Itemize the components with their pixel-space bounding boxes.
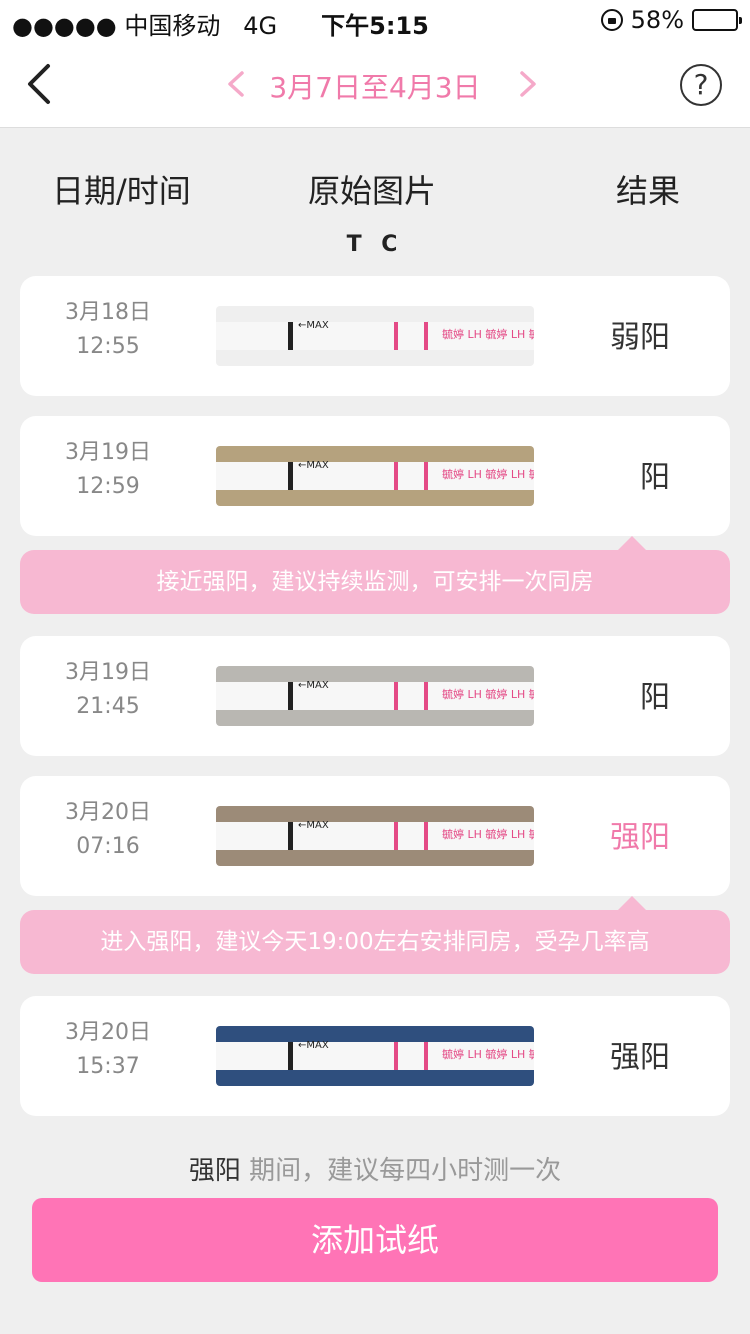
record-time: 21:45: [76, 694, 140, 719]
record-time: 15:37: [76, 1054, 140, 1079]
record-result: 阳: [640, 680, 670, 715]
record-result: 强阳: [610, 1040, 670, 1075]
record-card[interactable]: 3月19日 12:59 ←MAX 毓婷 LH 毓婷 LH 毓婷 阳: [20, 416, 730, 536]
header-date-time: 日期/时间: [52, 172, 191, 210]
header-result: 结果: [616, 172, 681, 210]
advice-text: 期间，建议每四小时测一次: [240, 1156, 562, 1186]
advice-highlight: 强阳: [188, 1156, 241, 1186]
record-date: 3月19日: [65, 660, 151, 685]
record-time: 07:16: [76, 834, 140, 859]
strip-max-label: ←MAX: [298, 820, 329, 831]
nav-bar: 3月7日至4月3日 ?: [0, 40, 750, 128]
record-date: 3月18日: [65, 300, 151, 325]
strip-brand: 毓婷 LH 毓婷 LH 毓婷: [442, 1048, 534, 1061]
strip-brand: 毓婷 LH 毓婷 LH 毓婷: [442, 828, 534, 841]
testing-advice: 强阳 期间，建议每四小时测一次: [0, 1150, 750, 1187]
battery-icon: [692, 9, 742, 31]
test-strip-image[interactable]: ←MAX 毓婷 LH 毓婷 LH 毓婷: [216, 806, 534, 866]
strip-max-label: ←MAX: [298, 460, 329, 471]
record-card[interactable]: 3月19日 21:45 ←MAX 毓婷 LH 毓婷 LH 毓婷 阳: [20, 636, 730, 756]
record-card[interactable]: 3月18日 12:55 ←MAX 毓婷 LH 毓婷 LH 毓婷 弱阳: [20, 276, 730, 396]
test-strip-image[interactable]: ←MAX 毓婷 LH 毓婷 LH 毓婷: [216, 1026, 534, 1086]
advice-tip: 进入强阳，建议今天19:00左右安排同房，受孕几率高: [20, 896, 730, 974]
status-bar: ●●●●● 中国移动 4G 下午5:15 58%: [0, 0, 750, 40]
tc-label: T C: [346, 232, 404, 257]
record-result: 强阳: [610, 820, 670, 855]
rotation-lock-icon: [600, 9, 623, 31]
strip-max-label: ←MAX: [298, 320, 329, 331]
test-strip-image[interactable]: ←MAX 毓婷 LH 毓婷 LH 毓婷: [216, 666, 534, 726]
strip-max-label: ←MAX: [298, 1040, 329, 1051]
test-strip-image[interactable]: ←MAX 毓婷 LH 毓婷 LH 毓婷: [216, 306, 534, 366]
add-test-strip-button[interactable]: 添加试纸: [32, 1198, 718, 1282]
record-date: 3月20日: [65, 800, 151, 825]
record-time: 12:59: [76, 474, 140, 499]
help-icon[interactable]: ?: [680, 64, 722, 106]
strip-brand: 毓婷 LH 毓婷 LH 毓婷: [442, 688, 534, 701]
record-date: 3月20日: [65, 1020, 151, 1045]
strip-brand: 毓婷 LH 毓婷 LH 毓婷: [442, 468, 534, 481]
record-card[interactable]: 3月20日 07:16 ←MAX 毓婷 LH 毓婷 LH 毓婷 强阳: [20, 776, 730, 896]
strip-max-label: ←MAX: [298, 680, 329, 691]
battery-percent: 58%: [630, 6, 684, 34]
column-headers: 日期/时间 原始图片 结果: [0, 160, 750, 220]
record-result: 弱阳: [610, 320, 670, 355]
record-time: 12:55: [76, 334, 140, 359]
header-original-image: 原始图片: [308, 172, 437, 210]
test-strip-image[interactable]: ←MAX 毓婷 LH 毓婷 LH 毓婷: [216, 446, 534, 506]
strip-brand: 毓婷 LH 毓婷 LH 毓婷: [442, 328, 534, 341]
date-range-title: 3月7日至4月3日: [269, 71, 481, 104]
advice-tip: 接近强阳，建议持续监测，可安排一次同房: [20, 536, 730, 614]
chevron-right-icon[interactable]: [516, 70, 540, 98]
record-result: 阳: [640, 460, 670, 495]
record-card[interactable]: 3月20日 15:37 ←MAX 毓婷 LH 毓婷 LH 毓婷 强阳: [20, 996, 730, 1116]
record-date: 3月19日: [65, 440, 151, 465]
